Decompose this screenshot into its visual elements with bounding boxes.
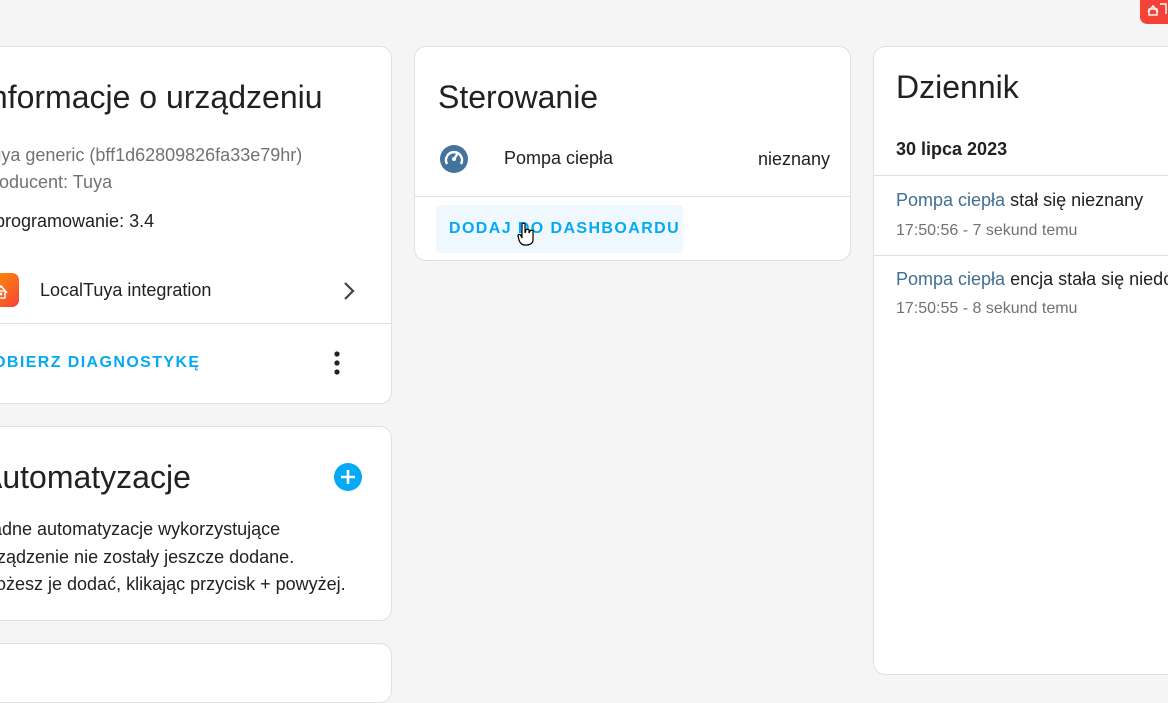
logbook-entry-message: encja stała się niedostępna bbox=[1010, 269, 1168, 289]
logbook-divider-2 bbox=[874, 255, 1168, 256]
add-to-dashboard-button[interactable]: DODAJ DO DASHBOARDU bbox=[436, 205, 683, 253]
entity-state: nieznany bbox=[757, 149, 830, 169]
logbook-date: 30 lipca 2023 bbox=[896, 139, 1008, 159]
device-manufacturer: Producent: Tuya bbox=[0, 172, 113, 192]
entity-name: Pompa ciepła bbox=[504, 148, 614, 168]
header-integration-badge[interactable] bbox=[1140, 0, 1168, 24]
plus-circle-icon[interactable] bbox=[334, 463, 362, 491]
logbook-entry-message: stał się nieznany bbox=[1010, 190, 1144, 210]
hand-cursor-icon bbox=[517, 222, 534, 246]
add-to-dashboard-label: DODAJ DO DASHBOARDU bbox=[449, 220, 681, 237]
device-info-card: Informacje o urządzeniu Tuya generic (bf… bbox=[0, 46, 392, 404]
device-info-title: Informacje o urządzeniu bbox=[0, 79, 323, 115]
logbook-title: Dziennik bbox=[896, 69, 1019, 105]
logbook-entry-time: 17:50:55 - 8 sekund temu bbox=[896, 300, 1078, 317]
logbook-card: Dziennik 30 lipca 2023 Pompa ciepła stał… bbox=[873, 46, 1168, 675]
integration-row[interactable]: LocalTuya integration bbox=[0, 269, 391, 313]
automations-empty-line1: Żadne automatyzacje wykorzystujące bbox=[0, 519, 281, 539]
download-diagnostics-button[interactable]: POBIERZ DIAGNOSTYKĘ bbox=[0, 354, 201, 372]
logbook-entry-text: Pompa ciepła stał się nieznany bbox=[896, 190, 1143, 211]
device-model: Tuya generic (bff1d62809826fa33e79hr) bbox=[0, 145, 303, 165]
logbook-divider-1 bbox=[874, 175, 1168, 176]
logbook-entry: Pompa ciepła stał się nieznany 17:50:56 … bbox=[874, 187, 1168, 247]
controls-card: Sterowanie Pompa ciepła nieznany DODAJ D… bbox=[414, 46, 851, 261]
logbook-entity-link[interactable]: Pompa ciepła bbox=[896, 269, 1005, 289]
controls-divider bbox=[415, 196, 850, 197]
automations-empty-line2: urządzenie nie zostały jeszcze dodane. bbox=[0, 547, 295, 567]
localtuya-icon bbox=[1147, 3, 1167, 16]
localtuya-icon bbox=[0, 273, 19, 307]
logbook-entry-text: Pompa ciepła encja stała się niedostępna bbox=[896, 269, 1168, 290]
logbook-entry: Pompa ciepła encja stała się niedostępna… bbox=[874, 266, 1168, 326]
automations-title: Automatyzacje bbox=[0, 459, 191, 495]
device-info-divider bbox=[0, 323, 391, 324]
automations-card: Automatyzacje Żadne automatyzacje wykorz… bbox=[0, 426, 392, 621]
logbook-entity-link[interactable]: Pompa ciepła bbox=[896, 190, 1005, 210]
device-firmware: Oprogramowanie: 3.4 bbox=[0, 211, 155, 231]
partial-card bbox=[0, 643, 392, 703]
gauge-icon bbox=[440, 145, 468, 173]
logbook-entry-time: 17:50:56 - 7 sekund temu bbox=[896, 222, 1078, 239]
chevron-right-icon bbox=[344, 282, 355, 300]
controls-title: Sterowanie bbox=[438, 79, 599, 115]
entity-row[interactable]: Pompa ciepła nieznany bbox=[415, 139, 850, 179]
automations-empty-line3: Możesz je dodać, klikając przycisk + pow… bbox=[0, 574, 346, 594]
integration-label: LocalTuya integration bbox=[40, 280, 212, 300]
more-vertical-icon[interactable] bbox=[333, 350, 341, 376]
